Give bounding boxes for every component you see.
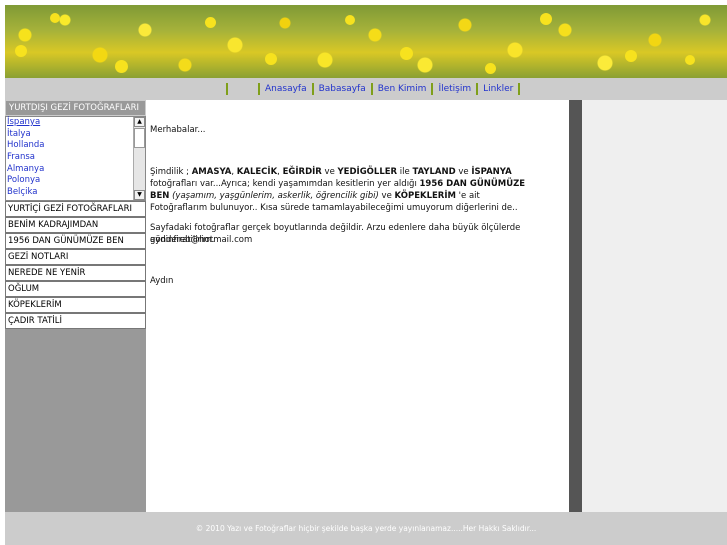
nav-link-anasayfa[interactable]: Anasayfa [265,84,307,94]
nav-separator [431,83,434,95]
list-item[interactable]: İtalya [6,129,134,141]
scroll-down-arrow-icon[interactable]: ▼ [134,190,145,200]
scroll-thumb[interactable] [134,128,145,148]
main-content: Merhabalar... Şimdilik ; AMASYA, KALECİK… [146,100,569,512]
list-item[interactable]: Fransa [6,152,134,164]
right-panel [582,100,727,512]
listbox-scrollbar[interactable]: ▲ ▼ [133,117,145,200]
email-text: aydinfirat@hotmail.com [150,235,253,245]
nav-link-linkler[interactable]: Linkler [483,84,513,94]
sidebar-title: YURTDIŞI GEZİ FOTOĞRAFLARI [5,100,146,116]
nav-separator [518,83,521,95]
menu-item-gezi-notlari[interactable]: GEZİ NOTLARI [5,249,146,265]
content-divider [569,100,582,512]
copyright-text: © 2010 Yazı ve Fotoğraflar hiçbir şekild… [195,524,537,533]
nav-separator [370,83,373,95]
menu-item-kopeklerim[interactable]: KÖPEKLERİM [5,297,146,313]
footer: © 2010 Yazı ve Fotoğraflar hiçbir şekild… [5,512,727,545]
list-item[interactable]: Belçika [6,187,134,199]
menu-item-nerede-ne-yenir[interactable]: NEREDE NE YENİR [5,265,146,281]
sidebar-menu: YURTİÇİ GEZİ FOTOĞRAFLARI BENİM KADRAJIM… [5,201,146,329]
list-item[interactable]: Hollanda [6,140,134,152]
menu-item-1956[interactable]: 1956 DAN GÜNÜMÜZE BEN [5,233,146,249]
nav-link-iletisim[interactable]: İletişim [438,84,471,94]
nav-separator [226,83,228,95]
header-banner-image [5,5,727,78]
main-nav: Anasayfa Babasayfa Ben Kimim İletişim Li… [221,78,525,100]
list-item[interactable]: İspanya [6,117,134,129]
nav-separator [311,83,314,95]
greeting-text: Merhabalar... [150,125,206,135]
nav-link-ben-kimim[interactable]: Ben Kimim [378,84,427,94]
menu-item-kadraj[interactable]: BENİM KADRAJIMDAN [5,217,146,233]
nav-separator [476,83,479,95]
intro-paragraph: Şimdilik ; AMASYA, KALECİK, EĞİRDİR ve Y… [150,167,526,213]
menu-item-oglum[interactable]: OĞLUM [5,281,146,297]
scroll-up-arrow-icon[interactable]: ▲ [134,117,145,127]
menu-item-cadir-tatili[interactable]: ÇADIR TATİLİ [5,313,146,329]
list-item[interactable]: Polonya [6,175,134,187]
country-listbox[interactable]: İspanya İtalya Hollanda Fransa Almanya P… [5,116,146,201]
list-item[interactable]: Almanya [6,164,134,176]
signature-text: Aydın [150,276,174,286]
menu-item-yurtici[interactable]: YURTİÇİ GEZİ FOTOĞRAFLARI [5,201,146,217]
nav-link-babasayfa[interactable]: Babasayfa [319,84,366,94]
nav-separator [258,83,260,95]
